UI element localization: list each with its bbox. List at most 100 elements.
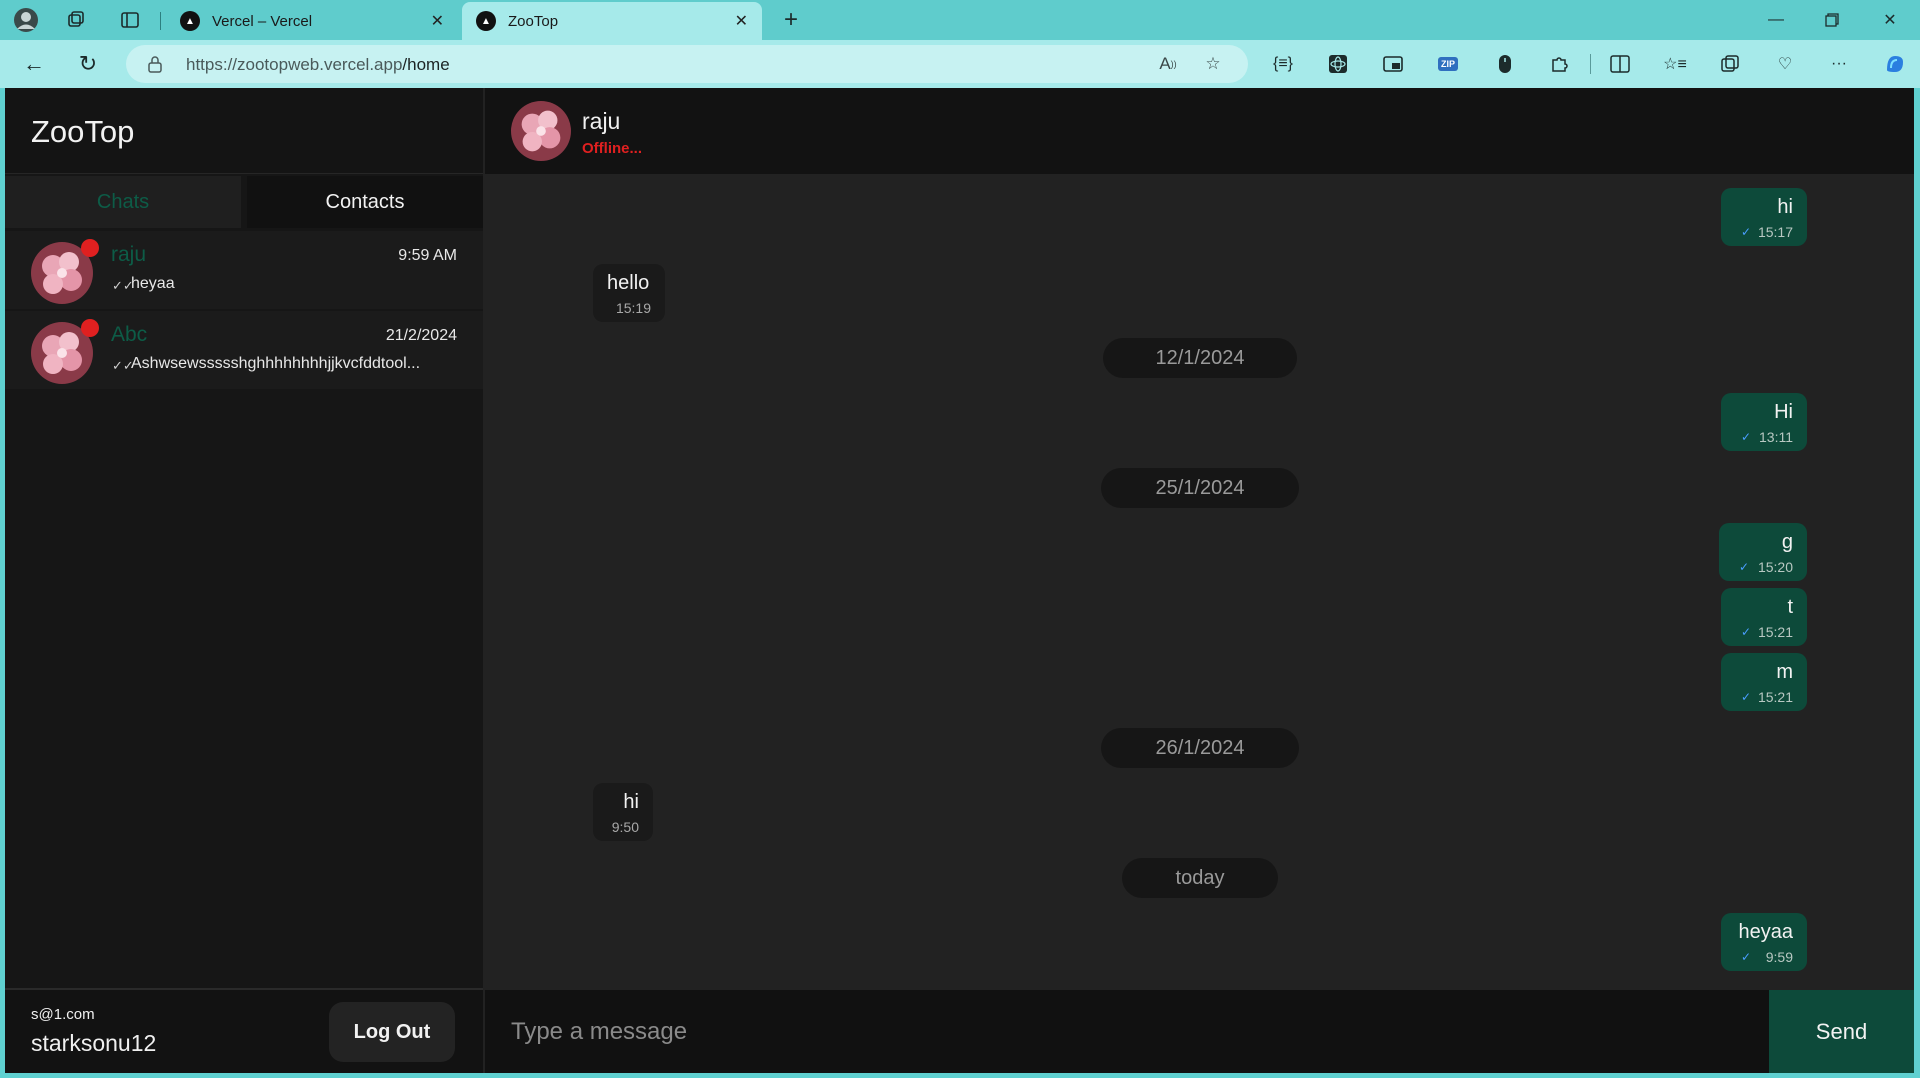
lock-icon	[148, 56, 162, 73]
sidebar-tabs: Chats Contacts	[5, 176, 483, 228]
date-separator: 26/1/2024	[1101, 728, 1299, 768]
double-check-icon: ✓	[1741, 690, 1752, 704]
date-separator: 25/1/2024	[1101, 468, 1299, 508]
read-aloud-icon[interactable]: A))	[1155, 52, 1181, 76]
browser-tab-bar: ▲ Vercel – Vercel ✕ ▲ ZooTop ✕ + — ✕	[0, 0, 1920, 40]
tab-title: ZooTop	[508, 12, 559, 30]
tab-contacts[interactable]: Contacts	[247, 176, 483, 228]
url-text: https://zootopweb.vercel.app/home	[186, 55, 450, 75]
unread-badge	[81, 319, 99, 337]
vertical-tabs-icon[interactable]	[114, 6, 146, 34]
mouse-icon[interactable]	[1490, 50, 1520, 78]
avatar[interactable]	[511, 101, 571, 161]
chat-time: 9:59 AM	[398, 247, 457, 264]
workspaces-icon[interactable]	[60, 6, 92, 34]
message-time: 15:17	[1757, 224, 1793, 240]
refresh-icon[interactable]: ↻	[70, 48, 106, 80]
picture-in-picture-icon[interactable]	[1378, 50, 1408, 78]
tab-title: Vercel – Vercel	[212, 12, 313, 30]
message-text: t	[1787, 596, 1793, 618]
restore-icon[interactable]	[1812, 4, 1852, 36]
message-bubble-outgoing: t ✓ 15:21	[1721, 588, 1807, 646]
double-check-icon: ✓	[1741, 225, 1752, 239]
browser-toolbar: ← ↻ https://zootopweb.vercel.app/home A)…	[0, 40, 1920, 88]
url-path: /home	[402, 55, 450, 74]
message-time: 15:21	[1757, 689, 1793, 705]
tab-divider	[160, 12, 161, 30]
address-bar[interactable]: https://zootopweb.vercel.app/home A)) ☆	[126, 45, 1248, 83]
close-window-icon[interactable]: ✕	[1870, 4, 1910, 36]
close-icon[interactable]: ✕	[735, 11, 748, 31]
send-button[interactable]: Send	[1769, 990, 1914, 1073]
unread-badge	[81, 239, 99, 257]
message-time: 15:21	[1757, 624, 1793, 640]
date-separator: 12/1/2024	[1103, 338, 1297, 378]
last-message: Ashwsewssssshghhhhhhhhjjkvcfddtool...	[131, 355, 421, 372]
user-name: starksonu12	[31, 1030, 157, 1056]
double-check-icon: ✓	[1739, 560, 1750, 574]
message-bubble-incoming: hello 15:19	[593, 264, 665, 322]
message-time: 15:19	[615, 300, 651, 316]
vercel-triangle-icon: ▲	[180, 11, 200, 31]
chat-panel: raju Offline... hi ✓ 15:17 hello 15:19 1…	[485, 88, 1914, 1073]
collections-icon[interactable]	[1715, 50, 1745, 78]
sidebar: ZooTop Chats Contacts raju 9:59 AM ✓✓ he…	[5, 88, 483, 1073]
message-text: hi	[1777, 196, 1793, 218]
message-time: 13:11	[1759, 429, 1793, 445]
minimize-icon[interactable]: —	[1756, 4, 1796, 36]
message-bubble-outgoing: g ✓ 15:20	[1719, 523, 1807, 581]
brand-header: ZooTop	[5, 88, 483, 174]
double-check-icon: ✓	[1741, 430, 1752, 444]
url-host: https://zootopweb.vercel.app	[186, 55, 403, 74]
message-text: g	[1781, 531, 1793, 553]
message-text: Hi	[1774, 401, 1793, 423]
double-check-icon: ✓	[1741, 950, 1752, 964]
zootop-app: ZooTop Chats Contacts raju 9:59 AM ✓✓ he…	[5, 88, 1914, 1073]
chat-list-item-raju[interactable]: raju 9:59 AM ✓✓ heyaa	[5, 231, 483, 309]
last-message: heyaa	[131, 275, 175, 292]
puzzle-icon[interactable]	[1544, 50, 1574, 78]
profile-avatar-icon[interactable]	[10, 6, 42, 34]
message-bubble-incoming: hi 9:50	[593, 783, 653, 841]
message-bubble-outgoing: heyaa ✓ 9:59	[1721, 913, 1807, 971]
favorites-icon[interactable]: ☆≡	[1660, 50, 1690, 78]
message-text: heyaa	[1738, 921, 1794, 943]
chat-list-item-abc[interactable]: Abc 21/2/2024 ✓✓ Ashwsewssssshghhhhhhhhj…	[5, 311, 483, 389]
copilot-icon[interactable]	[1880, 50, 1910, 78]
message-bubble-outgoing: Hi ✓ 13:11	[1721, 393, 1807, 451]
back-arrow-icon[interactable]: ←	[16, 48, 52, 80]
new-tab-plus-icon[interactable]: +	[775, 4, 807, 36]
contact-name: raju	[111, 243, 147, 266]
message-text: hello	[607, 272, 650, 294]
message-bubble-outgoing: hi ✓ 15:17	[1721, 188, 1807, 246]
contact-name: Abc	[111, 323, 148, 346]
user-footer: s@1.com starksonu12 Log Out	[5, 988, 483, 1073]
more-options-icon[interactable]: ···	[1824, 50, 1854, 78]
logout-button[interactable]: Log Out	[329, 1002, 455, 1062]
performance-heart-icon[interactable]: ♡	[1770, 50, 1800, 78]
message-text: m	[1776, 661, 1793, 683]
message-time: 15:20	[1757, 559, 1793, 575]
message-bubble-outgoing: m ✓ 15:21	[1721, 653, 1807, 711]
message-composer: Send	[485, 990, 1914, 1073]
atom-icon[interactable]	[1323, 50, 1353, 78]
zip-icon[interactable]: ZIP	[1433, 50, 1463, 78]
tab-vercel[interactable]: ▲ Vercel – Vercel ✕	[166, 2, 458, 40]
user-email: s@1.com	[31, 1006, 95, 1023]
braces-icon[interactable]: {≡}	[1268, 50, 1298, 78]
tab-zootop[interactable]: ▲ ZooTop ✕	[462, 2, 762, 40]
header-contact-name: raju	[582, 108, 621, 134]
message-time: 9:50	[611, 819, 639, 835]
vercel-triangle-icon: ▲	[476, 11, 496, 31]
favorite-star-icon[interactable]: ☆	[1200, 52, 1226, 76]
app-title: ZooTop	[31, 114, 135, 149]
double-check-icon: ✓	[1741, 625, 1752, 639]
split-screen-icon[interactable]	[1605, 50, 1635, 78]
date-separator: today	[1122, 858, 1278, 898]
status-badge: Offline...	[582, 140, 642, 157]
message-input[interactable]	[485, 990, 1768, 1073]
tab-chats[interactable]: Chats	[5, 176, 241, 228]
close-icon[interactable]: ✕	[431, 11, 444, 31]
chat-time: 21/2/2024	[385, 327, 457, 344]
chat-header: raju Offline...	[485, 88, 1914, 174]
